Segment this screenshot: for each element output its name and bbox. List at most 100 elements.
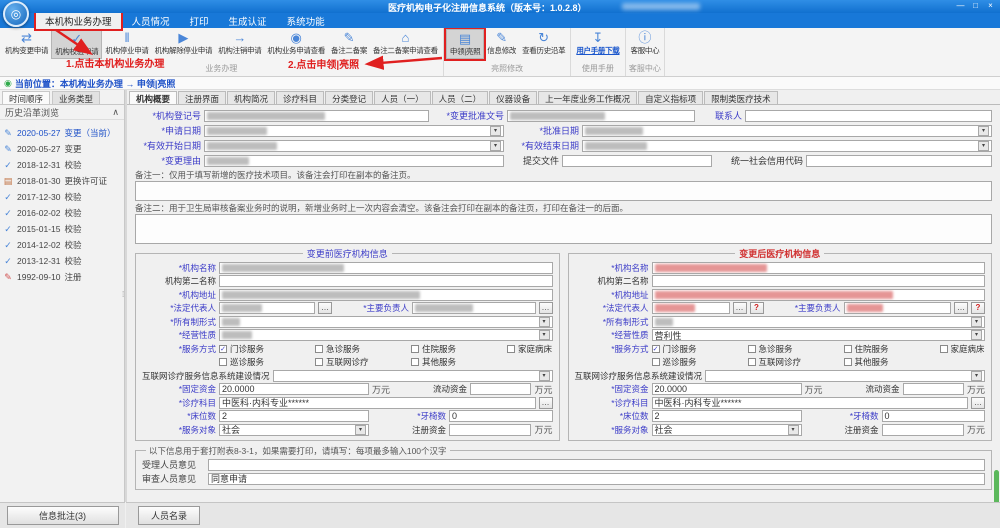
note1-textarea[interactable] [135,181,992,201]
service-mode-checkbox[interactable]: ✓门诊服务 [219,343,312,355]
chevron-down-icon[interactable]: ▾ [788,425,799,435]
history-item[interactable]: ✎2020-05-27变更（当前） [3,125,121,141]
chevron-down-icon[interactable]: ▾ [978,126,989,136]
history-item[interactable]: ✓2017-12-30校验 [3,189,121,205]
service-object-combo[interactable]: 社会▾ [652,424,802,436]
minimize-icon[interactable]: — [953,0,968,12]
service-mode-checkbox[interactable]: ✓门诊服务 [652,343,745,355]
history-item[interactable]: ✓2018-12-31校验 [3,157,121,173]
valid-start-combo[interactable]: ▾ [204,140,504,152]
approval-no-input[interactable] [507,110,695,122]
fixed-fund-input[interactable]: 20.0000 [652,383,802,395]
valid-end-combo[interactable]: ▾ [582,140,992,152]
chevron-down-icon[interactable]: ▾ [539,330,550,340]
service-mode-checkbox[interactable]: 家庭病床 [940,343,1000,355]
principal-input[interactable] [412,302,536,314]
toolbar-button[interactable]: ⓘ客服中心 [628,29,663,57]
collapse-icon[interactable]: ∧ [112,107,119,118]
principal-input[interactable] [844,302,952,314]
approve-date-combo[interactable]: ▾ [582,125,992,137]
legal-rep-input[interactable] [219,302,315,314]
toolbar-button[interactable]: ⌂备注二备案申请查看 [370,29,441,57]
institution-name-input[interactable] [219,262,553,274]
change-mark-button[interactable]: ? [750,302,764,314]
form-tab[interactable]: 诊疗科目 [276,91,324,104]
lookup-button[interactable]: … [954,302,968,314]
form-tab[interactable]: 注册界面 [178,91,226,104]
form-tab[interactable]: 机构概要 [129,91,177,104]
clinical-subjects-input[interactable]: 中医科·内科专业****** [219,397,536,409]
floating-fund-input[interactable] [470,383,531,395]
menu-item[interactable]: 打印 [181,13,218,29]
service-mode-checkbox[interactable]: 其他服务 [411,356,504,368]
toolbar-button[interactable]: ↻查看历史沿革 [519,29,568,57]
lookup-button[interactable]: … [971,397,985,409]
nature-combo[interactable]: ▾ [219,329,553,341]
service-mode-checkbox[interactable]: 急诊服务 [315,343,408,355]
form-tab[interactable]: 分类登记 [325,91,373,104]
internet-info-combo[interactable]: ▾ [705,370,985,382]
form-tab[interactable]: 上一年度业务工作概况 [538,91,637,104]
toolbar-button[interactable]: ✎备注二备案 [328,29,370,57]
history-item[interactable]: ✎1992-09-10注册 [3,269,121,285]
chevron-down-icon[interactable]: ▾ [978,141,989,151]
floating-fund-input[interactable] [903,383,964,395]
form-tab[interactable]: 人员（二） [432,91,489,104]
form-tab[interactable]: 自定义指标项 [638,91,703,104]
history-item[interactable]: ✓2014-12-02校验 [3,237,121,253]
chevron-down-icon[interactable]: ▾ [490,126,501,136]
chevron-down-icon[interactable]: ▾ [971,317,982,327]
submit-file-input[interactable] [562,155,712,167]
chevron-down-icon[interactable]: ▾ [539,317,550,327]
note2-textarea[interactable] [135,214,992,244]
chevron-down-icon[interactable]: ▾ [971,371,982,381]
splitter-handle[interactable]: ⁞ [122,290,123,299]
sidebar-tab[interactable]: 业务类型 [52,91,100,104]
service-mode-checkbox[interactable]: 住院服务 [844,343,937,355]
change-reason-input[interactable] [204,155,504,167]
lookup-button[interactable]: … [539,302,553,314]
registered-fund-input[interactable] [882,424,964,436]
chevron-down-icon[interactable]: ▾ [971,330,982,340]
history-item[interactable]: ✓2013-12-31校验 [3,253,121,269]
internet-info-combo[interactable]: ▾ [273,370,553,382]
form-tab[interactable]: 仪器设备 [489,91,537,104]
beds-input[interactable]: 2 [219,410,369,422]
scrollbar-thumb[interactable] [994,470,999,502]
form-tab[interactable]: 人员（一） [374,91,431,104]
service-mode-checkbox[interactable]: 急诊服务 [748,343,841,355]
toolbar-button[interactable]: ◉机构业务申请查看 [264,29,328,57]
toolbar-button[interactable]: ✎信息修改 [484,29,519,57]
history-item[interactable]: ▤2018-01-30更换许可证 [3,173,121,189]
menu-item[interactable]: 人员情况 [123,13,179,29]
maximize-icon[interactable]: □ [968,0,983,12]
service-mode-checkbox[interactable]: 巡诊服务 [219,356,312,368]
menu-item[interactable]: 系统功能 [278,13,334,29]
beds-input[interactable]: 2 [652,410,802,422]
service-mode-checkbox[interactable]: 互联网诊疗 [315,356,408,368]
address-input[interactable] [219,289,553,301]
close-icon[interactable]: × [983,0,998,12]
service-mode-checkbox[interactable]: 其他服务 [844,356,937,368]
service-object-combo[interactable]: 社会▾ [219,424,369,436]
registered-fund-input[interactable] [449,424,531,436]
service-mode-checkbox[interactable]: 住院服务 [411,343,504,355]
second-name-input[interactable] [652,275,986,287]
second-name-input[interactable] [219,275,553,287]
toolbar-button[interactable]: ‖机构停业申请 [102,29,151,57]
personnel-list-button[interactable]: 人员名录 [138,506,200,525]
toolbar-button[interactable]: →机构注销申请 [215,29,264,57]
history-item[interactable]: ✓2016-02-02校验 [3,205,121,221]
fixed-fund-input[interactable]: 20.0000 [219,383,369,395]
nature-combo[interactable]: 营利性▾ [652,329,986,341]
chevron-down-icon[interactable]: ▾ [355,425,366,435]
sidebar-tab[interactable]: 时间顺序 [2,91,50,104]
clinical-subjects-input[interactable]: 中医科·内科专业****** [652,397,969,409]
dental-chairs-input[interactable]: 0 [882,410,986,422]
lookup-button[interactable]: … [318,302,332,314]
service-mode-checkbox[interactable]: 互联网诊疗 [748,356,841,368]
history-item[interactable]: ✓2015-01-15校验 [3,221,121,237]
reg-no-input[interactable] [204,110,429,122]
form-tab[interactable]: 机构简况 [227,91,275,104]
sidebar-splitter[interactable] [125,90,127,502]
